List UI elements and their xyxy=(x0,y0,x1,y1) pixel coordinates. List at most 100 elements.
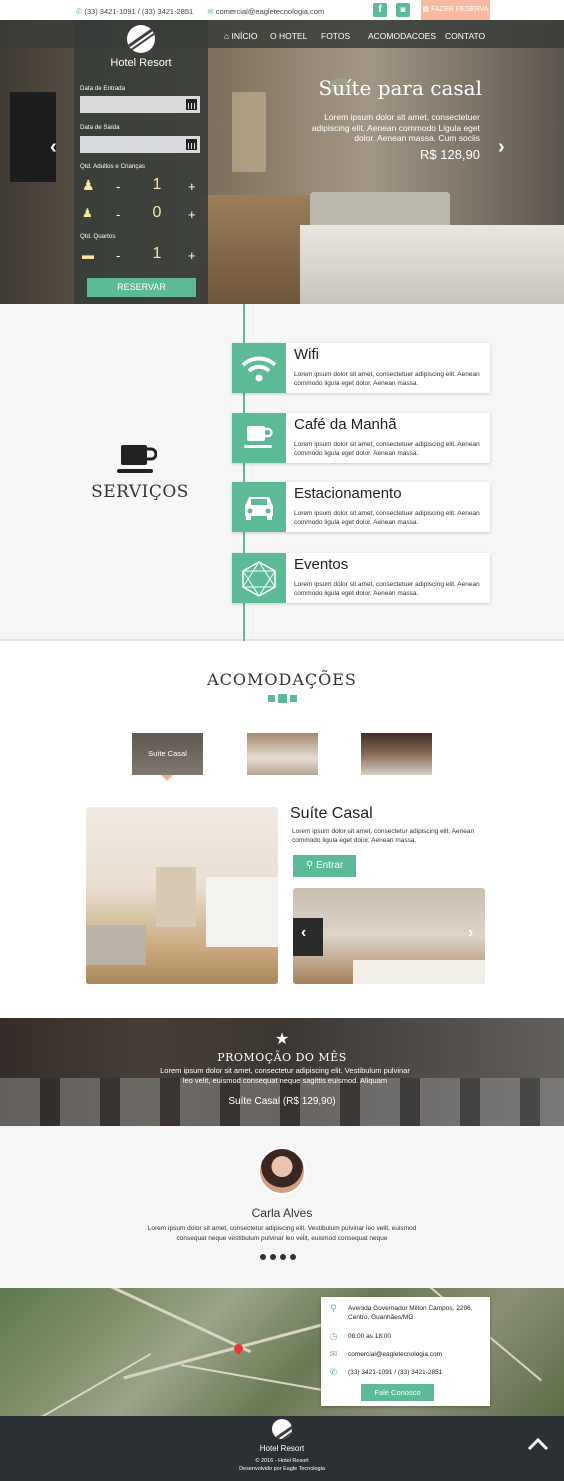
home-icon: ⌂ xyxy=(224,31,230,41)
carousel-dot[interactable] xyxy=(280,1254,286,1260)
contact-phones: (33) 3421-1091 / (33) 3421-2851 xyxy=(348,1369,443,1376)
key-icon: ⚲ xyxy=(305,860,314,871)
child-icon: ♟ xyxy=(82,206,93,220)
reservar-button[interactable]: RESERVAR xyxy=(87,278,196,297)
title-decoration xyxy=(290,695,297,702)
title-decoration xyxy=(278,694,287,703)
contact-email[interactable]: comercial@eagletecnologia.com xyxy=(348,1350,488,1359)
mail-icon: ✉ xyxy=(207,7,214,16)
room-image-slider: ‹ › xyxy=(293,888,485,984)
slider-next-arrow-icon[interactable]: › xyxy=(468,924,473,942)
nav-contato[interactable]: CONTATO xyxy=(445,31,485,41)
adults-value: 1 xyxy=(152,176,162,193)
room-thumb-3[interactable] xyxy=(361,733,432,775)
rooms-minus-button[interactable]: - xyxy=(116,248,120,263)
coffee-cup-icon xyxy=(117,445,157,473)
hero-prev-arrow-icon[interactable]: ‹ xyxy=(50,136,57,159)
service-card-cafe: Café da Manhã Lorem ipsum dolor sit amet… xyxy=(232,413,490,463)
top-phones: (33) 3421-1091 / (33) 3421-2851 xyxy=(84,7,194,16)
map-road xyxy=(28,1353,152,1416)
children-stepper: ♟ - 0 + xyxy=(80,204,202,224)
wifi-icon xyxy=(241,356,277,382)
promo-price: Suíte Casal (R$ 129,90) xyxy=(228,1096,336,1107)
service-card-eventos: Eventos Lorem ipsum dolor sit amet, cons… xyxy=(232,553,490,603)
rooms-plus-button[interactable]: + xyxy=(188,248,196,263)
phone-icon: ✆ xyxy=(329,1367,338,1377)
room-description: Lorem ipsum dolor sit amet, consectetur … xyxy=(292,828,475,844)
brand-logo[interactable]: Hotel Resort xyxy=(74,25,208,69)
rooms-value: 1 xyxy=(152,245,162,262)
service-icon-box xyxy=(232,553,286,603)
title-decoration xyxy=(268,695,275,702)
checkin-input[interactable] xyxy=(80,96,200,113)
hero-price: R$ 128,90 xyxy=(420,147,480,162)
slider-bed-shape xyxy=(353,960,485,984)
service-card-wifi: Wifi Lorem ipsum dolor sit amet, consect… xyxy=(232,343,490,393)
carousel-dot[interactable] xyxy=(270,1254,276,1260)
hero-next-arrow-icon[interactable]: › xyxy=(498,136,505,159)
brand-name: Hotel Resort xyxy=(110,57,172,69)
top-email[interactable]: comercial@eagletecnologia.com xyxy=(216,7,325,16)
carousel-dot[interactable] xyxy=(290,1254,296,1260)
hero-title: Suíte para casal xyxy=(318,76,483,100)
clock-icon: ◷ xyxy=(329,1331,338,1341)
nav-fotos[interactable]: FOTOS xyxy=(321,31,350,41)
footer-logo xyxy=(0,1419,564,1439)
room-thumb-suite-casal[interactable]: Suíte Casal xyxy=(132,733,203,775)
ball-logo-icon xyxy=(127,25,155,53)
nav-acomodacoes[interactable]: ACOMODACOES xyxy=(368,31,436,41)
facebook-icon[interactable]: f xyxy=(373,3,387,17)
fale-conosco-button[interactable]: Fale Conosco xyxy=(361,1384,434,1401)
service-icon-box xyxy=(232,343,286,393)
adults-minus-button[interactable]: - xyxy=(116,179,120,194)
thumb-label: Suíte Casal xyxy=(148,749,187,758)
footer-brand-name: Hotel Resort xyxy=(259,1444,305,1453)
nav-inicio[interactable]: ⌂ INÍCIO xyxy=(224,31,258,41)
fazer-reserva-button[interactable]: ▦ FAZER RESERVA xyxy=(421,0,490,20)
acomodacoes-title: ACOMODAÇÕES xyxy=(207,670,357,689)
service-card-estacionamento: Estacionamento Lorem ipsum dolor sit ame… xyxy=(232,482,490,532)
nav-o-hotel[interactable]: O HOTEL xyxy=(270,31,307,41)
service-title: Eventos xyxy=(294,556,349,573)
calendar-icon[interactable] xyxy=(186,139,197,150)
service-icon-box xyxy=(232,482,286,532)
footer-copyright: © 2016 - Hotel Resort xyxy=(255,1458,309,1464)
promo-title: PROMOÇÃO DO MÊS xyxy=(217,1051,347,1064)
testimonial-text: Lorem ipsum dolor sit amet, consectetur … xyxy=(147,1225,417,1242)
contact-hours: 08:00 as 18:00 xyxy=(348,1333,392,1340)
room-thumb-2[interactable] xyxy=(247,733,318,775)
footer-developer: Desenvolvido por Eagle Tecnologia xyxy=(239,1466,325,1472)
top-bar: ✆ (33) 3421-1091 / (33) 3421-2851 ✉ come… xyxy=(0,0,564,22)
calendar-icon: ▦ xyxy=(422,6,430,13)
children-minus-button[interactable]: - xyxy=(116,207,120,222)
hero-bed-shape xyxy=(300,225,564,304)
room-sofa-shape xyxy=(86,925,146,965)
room-title: Suíte Casal xyxy=(290,805,373,822)
slider-prev-arrow-icon[interactable]: ‹ xyxy=(301,924,306,942)
children-plus-button[interactable]: + xyxy=(188,207,196,222)
entrar-button[interactable]: ⚲ Entrar xyxy=(293,855,356,877)
checkout-input[interactable] xyxy=(80,136,200,153)
mail-icon: ✉ xyxy=(329,1349,338,1359)
map-road xyxy=(123,1319,337,1380)
service-desc: Lorem ipsum dolor sit amet, consectetuer… xyxy=(294,510,480,526)
adult-icon: ♟ xyxy=(82,177,95,193)
instagram-icon[interactable]: ◙ xyxy=(396,3,410,17)
service-title: Estacionamento xyxy=(294,485,402,502)
map-road xyxy=(181,1364,339,1394)
service-desc: Lorem ipsum dolor sit amet, consectetuer… xyxy=(294,371,480,387)
adults-plus-button[interactable]: + xyxy=(188,179,196,194)
contact-address: Avenida Governador Milton Campos, 2296, … xyxy=(348,1305,473,1321)
phone-icon: ✆ xyxy=(76,7,83,16)
top-contact: ✆ (33) 3421-1091 / (33) 3421-2851 ✉ come… xyxy=(76,7,324,16)
scroll-top-chevron-icon[interactable] xyxy=(527,1437,549,1451)
carousel-dot[interactable] xyxy=(260,1254,266,1260)
services-title: SERVIÇOS xyxy=(91,482,189,502)
hero-door-shape xyxy=(232,92,266,172)
calendar-icon[interactable] xyxy=(186,99,197,110)
booking-panel: Hotel Resort Data de Entrada Data de Saí… xyxy=(74,20,208,304)
star-icon: ★ xyxy=(274,1031,290,1048)
promo-description: Lorem ipsum dolor sit amet, consectetur … xyxy=(160,1066,410,1085)
hero-description: Lorem ipsum dolor sit amet, consectetuer… xyxy=(311,112,480,143)
service-icon-box xyxy=(232,413,286,463)
